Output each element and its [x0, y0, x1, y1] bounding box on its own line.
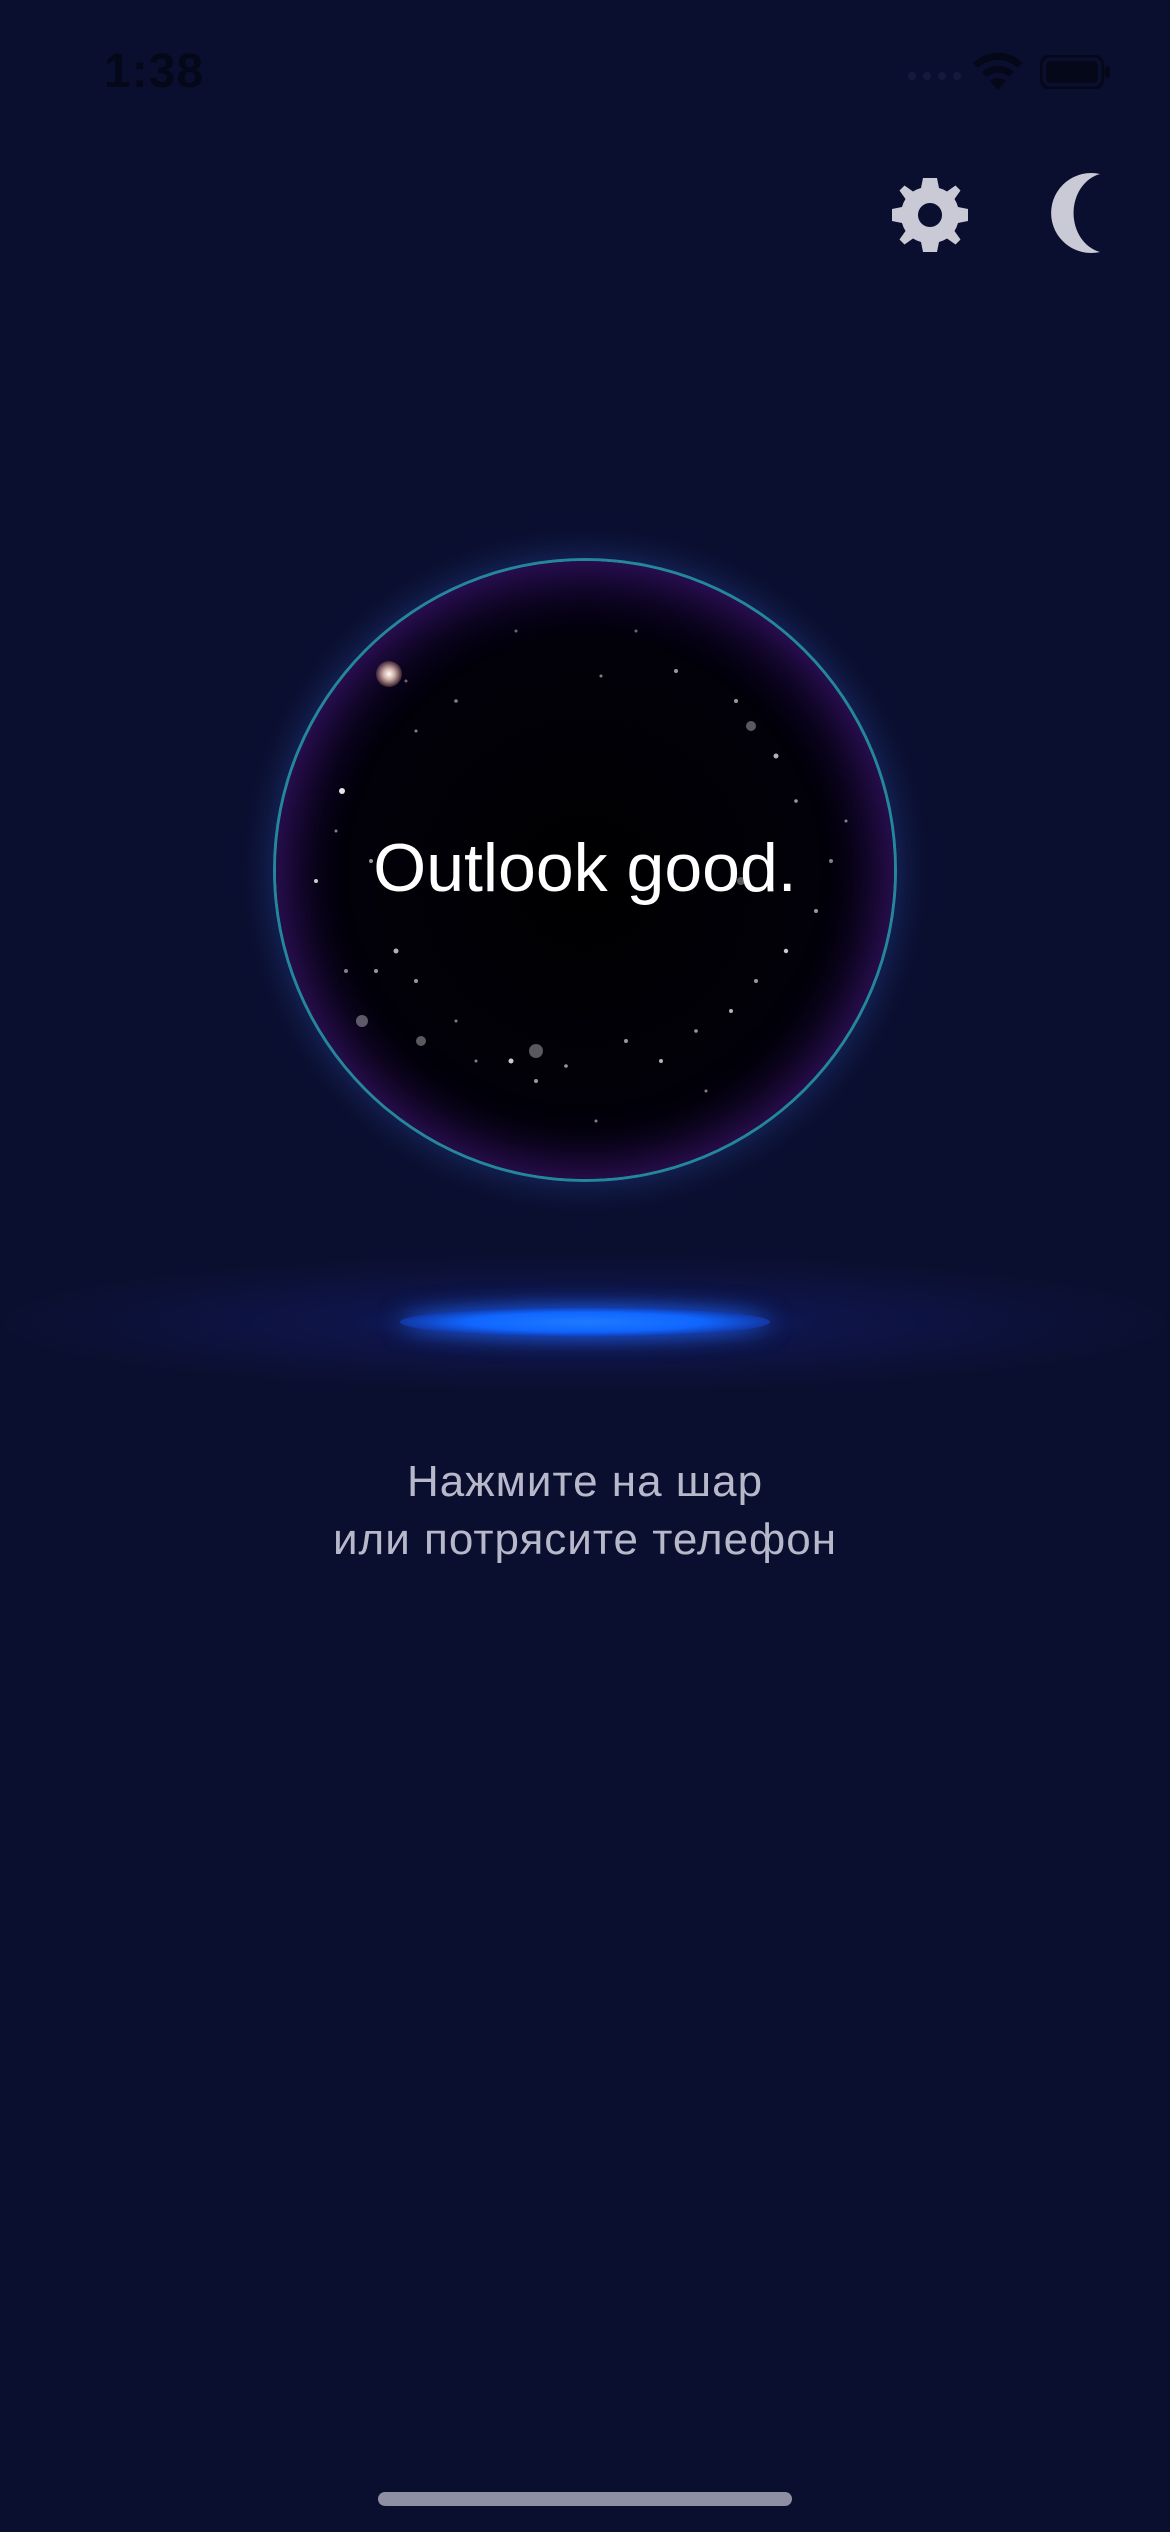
status-bar: 1:38	[0, 0, 1170, 140]
battery-icon	[1040, 55, 1110, 89]
instruction-line-2: или потрясите телефон	[332, 1515, 838, 1564]
ball-highlight	[376, 661, 402, 687]
status-time: 1:38	[104, 45, 205, 98]
signal-dots-icon	[908, 72, 961, 80]
answer-text: Outlook good.	[373, 830, 797, 906]
instruction-text: Нажмите на шар или потрясите телефон	[0, 1453, 1170, 1569]
settings-button[interactable]	[885, 170, 975, 260]
theme-toggle-button[interactable]	[1040, 170, 1112, 256]
home-indicator[interactable]	[378, 2492, 792, 2506]
instruction-line-1: Нажмите на шар	[406, 1457, 764, 1506]
gear-icon	[892, 178, 968, 252]
magic-ball[interactable]: Outlook good.	[276, 561, 894, 1179]
moon-icon	[1051, 173, 1100, 253]
ball-glow-core	[400, 1307, 770, 1337]
magic-ball-screen: 1:38 Outlook good. Нажмите на шар или по…	[0, 0, 1170, 2532]
wifi-icon	[973, 52, 1023, 90]
